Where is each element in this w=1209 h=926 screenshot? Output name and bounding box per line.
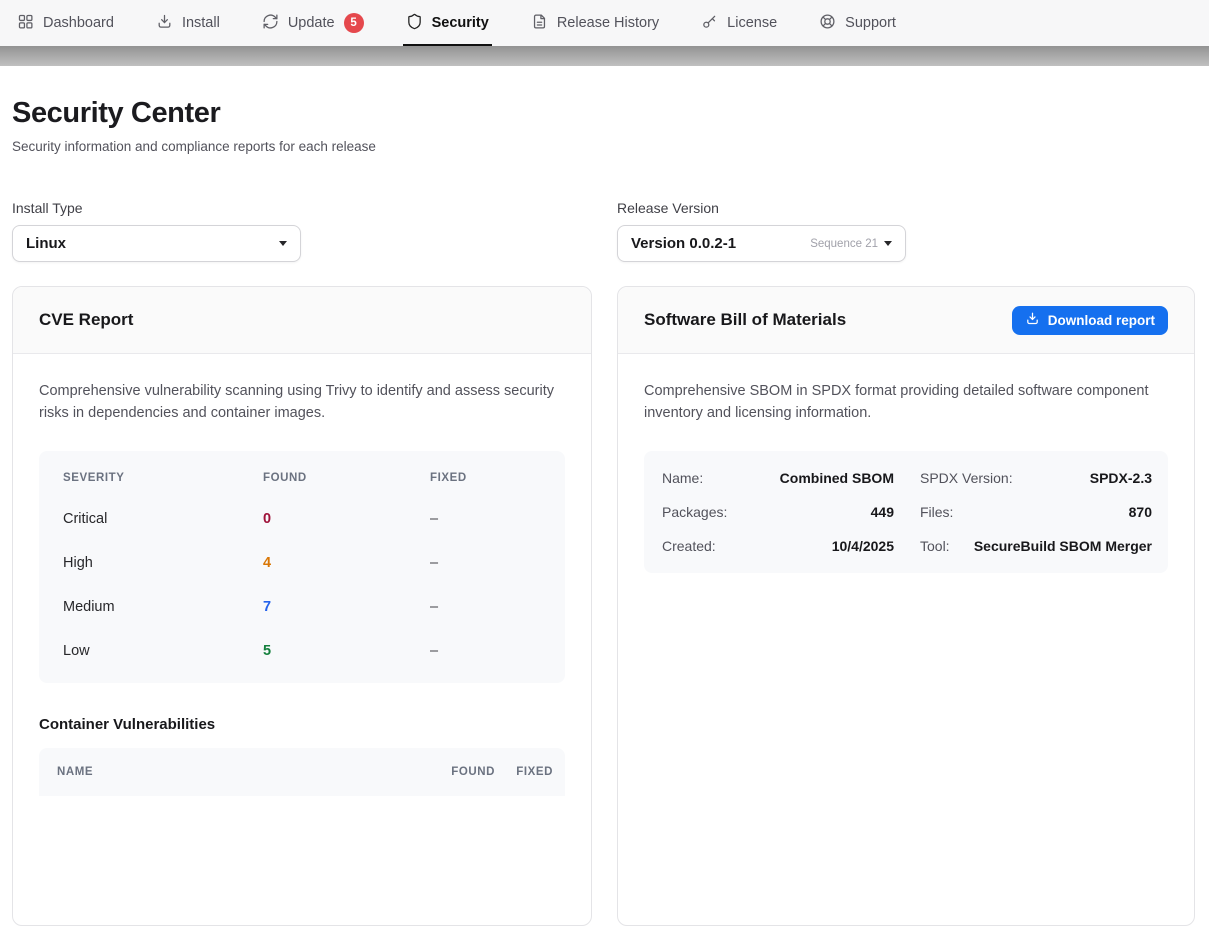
shield-icon xyxy=(406,13,423,34)
cve-report-title: CVE Report xyxy=(39,310,133,330)
severity-fixed-count: – xyxy=(430,555,541,571)
dashboard-grid-icon xyxy=(17,13,34,34)
sbom-description: Comprehensive SBOM in SPDX format provid… xyxy=(644,381,1168,424)
download-icon xyxy=(156,13,173,34)
severity-name: High xyxy=(63,555,263,571)
release-version-label: Release Version xyxy=(617,200,1195,216)
detail-label: Name: xyxy=(662,470,703,486)
nav-item-security[interactable]: Security xyxy=(406,0,489,46)
col-name: NAME xyxy=(57,766,415,778)
sbom-title: Software Bill of Materials xyxy=(644,310,846,330)
detail-value: 10/4/2025 xyxy=(832,538,894,554)
severity-found-count: 7 xyxy=(263,599,430,615)
install-type-value: Linux xyxy=(26,235,66,252)
sbom-card: Software Bill of Materials Download repo… xyxy=(617,286,1195,926)
nav-label: Security xyxy=(432,15,489,31)
chevron-down-icon xyxy=(279,241,287,246)
install-type-filter: Install Type Linux xyxy=(12,200,592,262)
col-fixed: FIXED xyxy=(495,766,553,778)
download-report-label: Download report xyxy=(1048,313,1155,328)
release-version-select[interactable]: Version 0.0.2-1 Sequence 21 xyxy=(617,225,906,262)
sbom-detail-spdx-version: SPDX Version: SPDX-2.3 xyxy=(920,461,1152,495)
container-vulnerabilities-table-header: NAME FOUND FIXED xyxy=(39,748,565,796)
detail-value: SecureBuild SBOM Merger xyxy=(974,538,1152,554)
sequence-label: Sequence 21 xyxy=(810,238,878,250)
detail-value: 870 xyxy=(1129,504,1152,520)
severity-name: Medium xyxy=(63,599,263,615)
key-icon xyxy=(701,13,718,34)
detail-value: SPDX-2.3 xyxy=(1090,470,1152,486)
scroll-shadow-band xyxy=(0,46,1209,66)
nav-item-support[interactable]: Support xyxy=(819,0,896,46)
col-severity: SEVERITY xyxy=(63,472,263,484)
download-report-button[interactable]: Download report xyxy=(1012,306,1168,335)
detail-value: Combined SBOM xyxy=(780,470,894,486)
container-vulnerabilities-title: Container Vulnerabilities xyxy=(39,716,565,733)
nav-label: Install xyxy=(182,15,220,31)
nav-label: License xyxy=(727,15,777,31)
chevron-down-icon xyxy=(884,241,892,246)
severity-found-count: 5 xyxy=(263,643,430,659)
cve-report-description: Comprehensive vulnerability scanning usi… xyxy=(39,381,565,424)
sbom-detail-packages: Packages: 449 xyxy=(662,495,894,529)
nav-item-dashboard[interactable]: Dashboard xyxy=(17,0,114,46)
severity-row-high: High 4 – xyxy=(63,541,541,585)
release-version-value: Version 0.0.2-1 xyxy=(631,235,736,252)
severity-fixed-count: – xyxy=(430,643,541,659)
severity-fixed-count: – xyxy=(430,599,541,615)
severity-row-medium: Medium 7 – xyxy=(63,585,541,629)
severity-found-count: 4 xyxy=(263,555,430,571)
col-found: FOUND xyxy=(415,766,495,778)
severity-row-low: Low 5 – xyxy=(63,629,541,673)
nav-label: Release History xyxy=(557,15,659,31)
cve-report-card-header: CVE Report xyxy=(13,287,591,354)
page-subtitle: Security information and compliance repo… xyxy=(12,139,1195,154)
detail-label: Files: xyxy=(920,504,953,520)
life-buoy-icon xyxy=(819,13,836,34)
top-nav: Dashboard Install Update 5 Security Rele… xyxy=(0,0,1209,46)
detail-value: 449 xyxy=(871,504,894,520)
severity-row-critical: Critical 0 – xyxy=(63,497,541,541)
sbom-detail-name: Name: Combined SBOM xyxy=(662,461,894,495)
refresh-icon xyxy=(262,13,279,34)
detail-label: Tool: xyxy=(920,538,950,554)
nav-item-update[interactable]: Update 5 xyxy=(262,0,364,46)
col-fixed: FIXED xyxy=(430,472,541,484)
nav-item-release-history[interactable]: Release History xyxy=(531,0,659,46)
detail-label: Packages: xyxy=(662,504,727,520)
detail-label: SPDX Version: xyxy=(920,470,1013,486)
severity-name: Critical xyxy=(63,511,263,527)
download-icon xyxy=(1025,311,1040,329)
nav-item-license[interactable]: License xyxy=(701,0,777,46)
update-count-badge: 5 xyxy=(344,13,364,33)
main-content: Security Center Security information and… xyxy=(0,97,1209,926)
sbom-detail-tool: Tool: SecureBuild SBOM Merger xyxy=(920,529,1152,563)
nav-label: Support xyxy=(845,15,896,31)
nav-label: Dashboard xyxy=(43,15,114,31)
severity-fixed-count: – xyxy=(430,511,541,527)
col-found: FOUND xyxy=(263,472,430,484)
severity-name: Low xyxy=(63,643,263,659)
nav-label: Update xyxy=(288,15,335,31)
sbom-detail-created: Created: 10/4/2025 xyxy=(662,529,894,563)
release-version-filter: Release Version Version 0.0.2-1 Sequence… xyxy=(617,200,1195,262)
page-title: Security Center xyxy=(12,97,1195,130)
sbom-detail-files: Files: 870 xyxy=(920,495,1152,529)
detail-label: Created: xyxy=(662,538,716,554)
severity-table-header: SEVERITY FOUND FIXED xyxy=(63,455,541,497)
install-type-label: Install Type xyxy=(12,200,592,216)
file-text-icon xyxy=(531,13,548,34)
nav-item-install[interactable]: Install xyxy=(156,0,220,46)
sbom-card-header: Software Bill of Materials Download repo… xyxy=(618,287,1194,354)
cve-report-card: CVE Report Comprehensive vulnerability s… xyxy=(12,286,592,926)
install-type-select[interactable]: Linux xyxy=(12,225,301,262)
severity-table: SEVERITY FOUND FIXED Critical 0 – High 4… xyxy=(39,451,565,683)
severity-found-count: 0 xyxy=(263,511,430,527)
sbom-details-grid: Name: Combined SBOM SPDX Version: SPDX-2… xyxy=(644,451,1168,573)
